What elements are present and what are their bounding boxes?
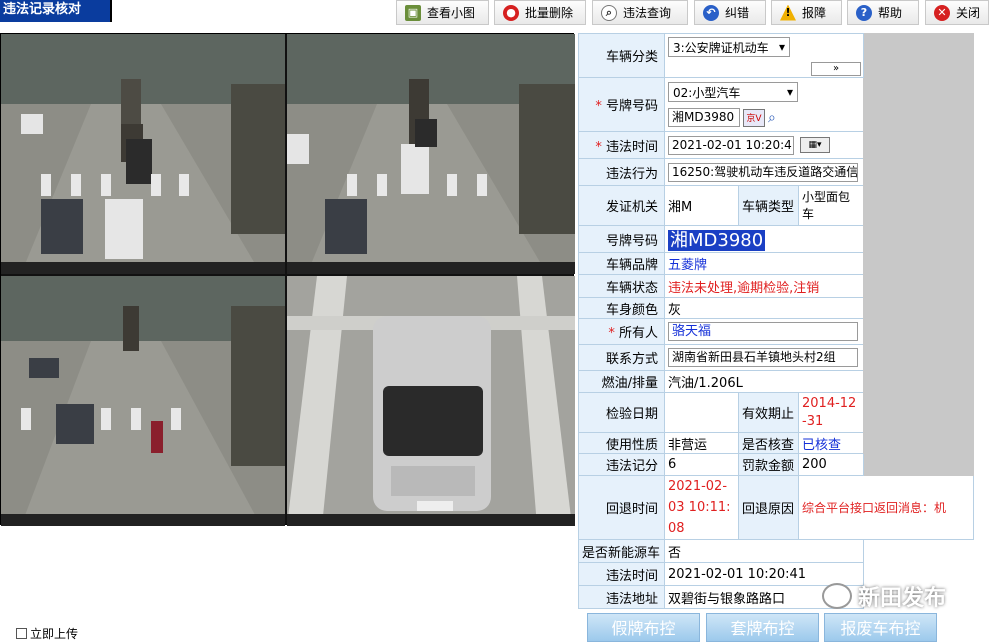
report-fault-button[interactable]: ! 报障 <box>771 0 842 25</box>
plate-label: 号牌号码 <box>605 99 658 114</box>
plate-input[interactable]: 湘MD3980 <box>668 108 740 127</box>
checkbox-box[interactable] <box>16 628 27 639</box>
contact-label: 联系方式 <box>578 344 665 371</box>
view-thumbnail-button[interactable]: ▣ 查看小图 <box>396 0 489 25</box>
fake-plate-control-button[interactable]: 假牌布控 <box>587 613 700 642</box>
vehicle-status-label: 车辆状态 <box>578 274 665 298</box>
checked-value: 已核查 <box>797 432 865 454</box>
violation-photos[interactable] <box>0 33 575 526</box>
photo-3[interactable] <box>1 276 285 526</box>
violation-query-button[interactable]: ⌕ 违法查询 <box>592 0 688 25</box>
valid-until-label: 有效期止 <box>738 392 799 433</box>
contact-input[interactable]: 湖南省新田县石羊镇地头村2组 <box>668 348 858 367</box>
valid-until-value: 2014-12-31 <box>797 392 865 433</box>
fuel-label: 燃油/排量 <box>578 370 665 393</box>
report-fault-label: 报障 <box>802 6 827 20</box>
plate-keyboard-icon[interactable]: 京V <box>743 108 765 127</box>
expand-button[interactable]: » <box>811 62 861 76</box>
issuer-value: 湘M <box>664 185 739 226</box>
points-label: 违法记分 <box>578 453 665 476</box>
wechat-icon <box>822 583 852 609</box>
upload-now-checkbox[interactable]: 立即上传 <box>16 625 78 642</box>
stop-icon: ● <box>503 4 519 21</box>
inspection-date-value <box>664 392 739 433</box>
vehicle-status-value: 违法未处理,逾期检验,注销 <box>663 274 865 298</box>
violation-address-label: 违法地址 <box>578 585 665 609</box>
vehicle-info-form: 车辆分类 3:公安牌证机动车 ▾ » * 号牌号码 02:小型汽车 ▾ 湘MD3… <box>578 33 975 609</box>
window-title: 违法记录核对 <box>0 0 112 22</box>
search-icon[interactable]: ⌕ <box>768 110 776 126</box>
vehicle-closeup-image <box>287 276 575 526</box>
return-reason-value: 综合平台接口返回消息：机 <box>797 475 975 540</box>
violation-time2-label: 违法时间 <box>578 562 665 586</box>
scrapped-vehicle-control-button[interactable]: 报废车布控 <box>824 613 937 642</box>
brand-value: 五菱牌 <box>663 252 865 275</box>
street-scene-image-3 <box>1 276 285 526</box>
cloned-plate-control-button[interactable]: 套牌布控 <box>706 613 819 642</box>
violation-behavior-label: 违法行为 <box>578 158 665 186</box>
vehicle-category-label: 车辆分类 <box>578 33 665 78</box>
return-time-value: 2021-02-03 10:11:08 <box>664 475 739 540</box>
return-reason-label: 回退原因 <box>738 475 799 540</box>
vehicle-type-value: 小型面包车 <box>797 185 865 226</box>
chevron-down-icon: ▾ <box>786 85 793 99</box>
batch-delete-button[interactable]: ● 批量删除 <box>494 0 586 25</box>
points-value: 6 <box>664 453 739 476</box>
help-icon: ? <box>856 4 872 21</box>
brand-label: 车辆品牌 <box>578 252 665 275</box>
checked-label: 是否核查 <box>738 432 799 454</box>
watermark-text: 新田发布 <box>858 586 947 611</box>
new-energy-label: 是否新能源车 <box>578 539 665 563</box>
fine-value: 200 <box>797 453 865 476</box>
owner-input[interactable]: 骆天福 <box>668 322 858 341</box>
inspection-date-label: 检验日期 <box>578 392 665 433</box>
new-energy-value: 否 <box>663 539 865 563</box>
violation-query-label: 违法查询 <box>623 6 672 20</box>
vehicle-category-select[interactable]: 3:公安牌证机动车 ▾ <box>668 37 790 57</box>
close-button[interactable]: ✕ 关闭 <box>925 0 989 25</box>
watermark: 新田发布 <box>822 580 946 612</box>
plate-type-select[interactable]: 02:小型汽车 ▾ <box>668 82 798 102</box>
use-nature-value: 非营运 <box>664 432 739 454</box>
correct-button[interactable]: ↶ 纠错 <box>694 0 766 25</box>
photo-4-closeup[interactable] <box>287 276 575 526</box>
violation-behavior-input[interactable]: 16250:驾驶机动车违反道路交通信号 <box>668 162 858 182</box>
owner-label: 所有人 <box>618 326 658 341</box>
help-button[interactable]: ? 帮助 <box>847 0 919 25</box>
violation-time-label: 违法时间 <box>605 139 658 155</box>
fine-label: 罚款金额 <box>738 453 799 476</box>
help-label: 帮助 <box>878 6 903 20</box>
issuer-label: 发证机关 <box>578 185 665 226</box>
chevron-down-icon: ▾ <box>778 40 785 54</box>
image-icon: ▣ <box>405 4 421 21</box>
photo-2[interactable] <box>287 34 575 274</box>
vehicle-category-value: 3:公安牌证机动车 <box>673 40 769 55</box>
batch-delete-label: 批量删除 <box>525 6 574 20</box>
return-time-label: 回退时间 <box>578 475 665 540</box>
close-icon: ✕ <box>934 4 950 21</box>
calendar-icon[interactable]: ▦▾ <box>800 137 830 153</box>
body-color-value: 灰 <box>663 297 865 319</box>
violation-time-input[interactable]: 2021-02-01 10:20:41 <box>668 135 794 155</box>
vehicle-type-label: 车辆类型 <box>738 185 799 226</box>
double-chevron-icon: » <box>832 63 840 74</box>
close-label: 关闭 <box>956 6 981 20</box>
warning-icon: ! <box>780 4 796 21</box>
body-color-label: 车身颜色 <box>578 297 665 319</box>
plate2-label: 号牌号码 <box>578 225 665 253</box>
photo-1[interactable] <box>1 34 285 274</box>
street-scene-image-1 <box>1 34 285 274</box>
upload-now-label: 立即上传 <box>30 627 79 641</box>
use-nature-label: 使用性质 <box>578 432 665 454</box>
undo-icon: ↶ <box>703 4 719 21</box>
correct-label: 纠错 <box>725 6 750 20</box>
street-scene-image-2 <box>287 34 575 274</box>
search-icon: ⌕ <box>601 4 617 21</box>
fuel-value: 汽油/1.206L <box>663 370 865 393</box>
plate2-value: 湘MD3980 <box>668 230 766 251</box>
plate-type-value: 02:小型汽车 <box>673 85 741 100</box>
view-thumbnail-label: 查看小图 <box>427 6 476 20</box>
